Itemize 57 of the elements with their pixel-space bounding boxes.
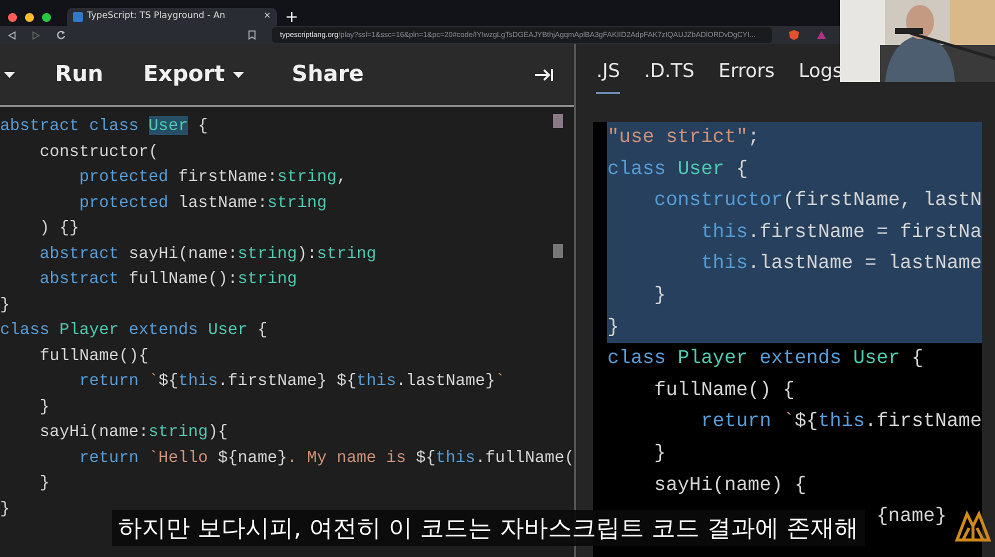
code-line: fullName() { <box>653 378 795 403</box>
tab-title: TypeScript: TS Playground - An <box>87 10 226 24</box>
code-line: this.firstName = firstNa <box>700 220 982 245</box>
code-line: fullName(){ <box>38 344 149 366</box>
code-line: protected firstName:string, <box>78 166 347 188</box>
forward-icon[interactable] <box>32 30 40 40</box>
code-line: constructor( <box>38 140 158 162</box>
output-tab[interactable]: .D.TS <box>644 57 694 94</box>
window-control-dot[interactable] <box>42 12 51 22</box>
code-line: abstract class User { <box>0 115 208 137</box>
logo-icon <box>955 510 991 542</box>
code-line: } <box>38 396 50 418</box>
code-line: class User { <box>607 156 748 182</box>
export-button[interactable]: Export <box>143 58 244 91</box>
code-line: } <box>607 314 620 340</box>
code-line: return `${this.firstName <box>700 409 982 434</box>
code-line: {name} <box>876 504 947 530</box>
window-control-dot[interactable] <box>8 12 17 22</box>
new-tab-button[interactable]: + <box>285 5 298 29</box>
code-line: } <box>653 282 666 308</box>
code-line: constructor(firstName, lastN <box>653 188 982 214</box>
tab-close-button[interactable]: × <box>263 10 271 24</box>
toolbar-button[interactable]: Share <box>292 58 364 91</box>
caret-icon[interactable] <box>4 72 15 78</box>
code-line: abstract fullName():string <box>38 268 298 290</box>
code-line: protected lastName:string <box>78 192 327 214</box>
back-icon[interactable] <box>8 30 16 40</box>
toolbar-button[interactable]: Run <box>55 58 104 91</box>
favicon-icon <box>73 12 83 22</box>
scroll-marker <box>553 114 563 128</box>
window-control-dot[interactable] <box>25 12 34 22</box>
collapse-icon[interactable] <box>534 68 554 82</box>
code-line: class Player extends User { <box>607 346 924 372</box>
reload-icon[interactable] <box>56 30 66 40</box>
shield-icon[interactable] <box>788 29 800 41</box>
code-line: abstract sayHi(name:string):string <box>38 242 376 264</box>
code-line: ) {} <box>38 217 80 239</box>
triangle-icon[interactable] <box>816 30 827 40</box>
code-line: this.lastName = lastName <box>700 251 982 276</box>
scroll-marker <box>553 244 563 258</box>
output-tab[interactable]: Errors <box>718 57 775 94</box>
code-line: return `${this.firstName} ${this.lastName}` <box>78 370 506 392</box>
browser-tab[interactable]: TypeScript: TS Playground - An × <box>67 8 277 26</box>
bookmark-icon[interactable] <box>248 30 256 40</box>
code-line: } <box>653 440 666 466</box>
code-line: sayHi(name) { <box>653 472 806 498</box>
code-line: return `Hello ${name}. My name is ${this.fullName( <box>78 446 574 468</box>
output-tab[interactable]: Logs <box>798 57 843 94</box>
output-tab[interactable]: .JS <box>596 57 620 94</box>
code-line: "use strict"; <box>607 125 760 150</box>
code-line: } <box>0 498 10 520</box>
code-line: } <box>0 294 10 316</box>
caret-icon <box>232 72 244 78</box>
subtitle-text: 하지만 보다시피, 여전히 이 코드는 자바스크립트 코드 결과에 존재해 <box>112 510 865 546</box>
code-line: } <box>38 472 50 494</box>
code-line: sayHi(name:string){ <box>38 421 228 443</box>
code-line: class Player extends User { <box>0 319 268 341</box>
